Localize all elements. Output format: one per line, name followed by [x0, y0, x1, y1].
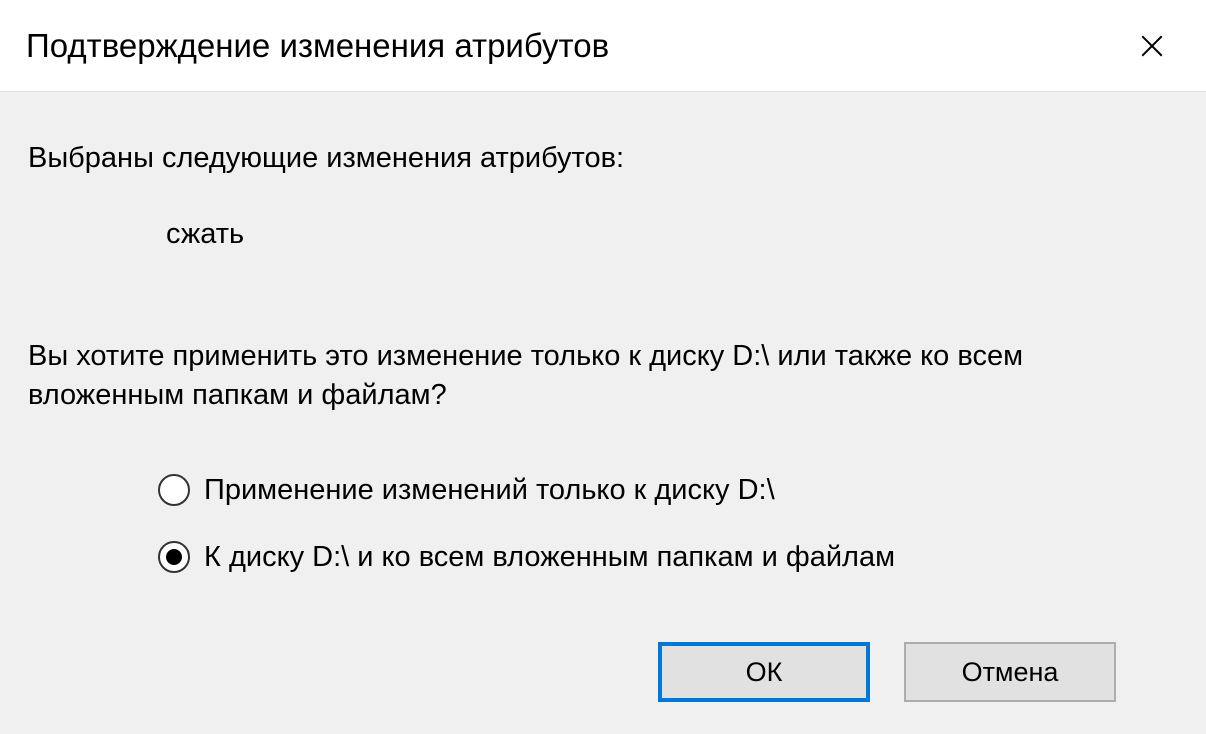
close-icon: [1139, 33, 1165, 59]
question-text: Вы хотите применить это изменение только…: [28, 337, 1178, 415]
radio-label: К диску D:\ и ко всем вложенным папкам и…: [204, 540, 895, 575]
attribute-item: сжать: [166, 218, 1178, 251]
cancel-button[interactable]: Отмена: [904, 642, 1116, 702]
radio-group: Применение изменений только к диску D:\ …: [158, 473, 1178, 575]
radio-label: Применение изменений только к диску D:\: [204, 473, 775, 508]
ok-button[interactable]: ОК: [658, 642, 870, 702]
radio-icon: [158, 474, 190, 506]
close-button[interactable]: [1130, 24, 1174, 68]
dialog-content: Выбраны следующие изменения атрибутов: с…: [0, 92, 1206, 642]
confirm-attributes-dialog: Подтверждение изменения атрибутов Выбран…: [0, 0, 1206, 734]
radio-apply-disk-only[interactable]: Применение изменений только к диску D:\: [158, 473, 1178, 508]
button-bar: ОК Отмена: [0, 642, 1206, 734]
dialog-title: Подтверждение изменения атрибутов: [26, 27, 609, 65]
titlebar: Подтверждение изменения атрибутов: [0, 0, 1206, 92]
radio-icon: [158, 541, 190, 573]
radio-dot-icon: [166, 549, 182, 565]
radio-apply-recursive[interactable]: К диску D:\ и ко всем вложенным папкам и…: [158, 540, 1178, 575]
intro-text: Выбраны следующие изменения атрибутов:: [28, 140, 1178, 178]
